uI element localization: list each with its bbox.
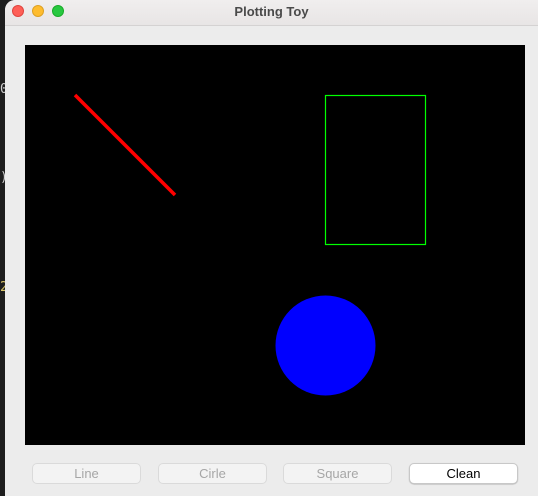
blue-circle-shape (275, 295, 376, 396)
square-button[interactable]: Square (283, 463, 392, 484)
green-rectangle-shape (324, 94, 427, 246)
title-bar[interactable]: Plotting Toy (5, 0, 538, 26)
app-window: Plotting Toy Line Cirle Square Clean (5, 0, 538, 496)
line-button[interactable]: Line (32, 463, 141, 484)
drawing-canvas[interactable] (25, 45, 525, 445)
red-line-shape (73, 93, 177, 197)
canvas-svg (73, 93, 427, 396)
clean-button[interactable]: Clean (409, 463, 518, 484)
window-title: Plotting Toy (234, 4, 309, 19)
circle-button[interactable]: Cirle (158, 463, 267, 484)
